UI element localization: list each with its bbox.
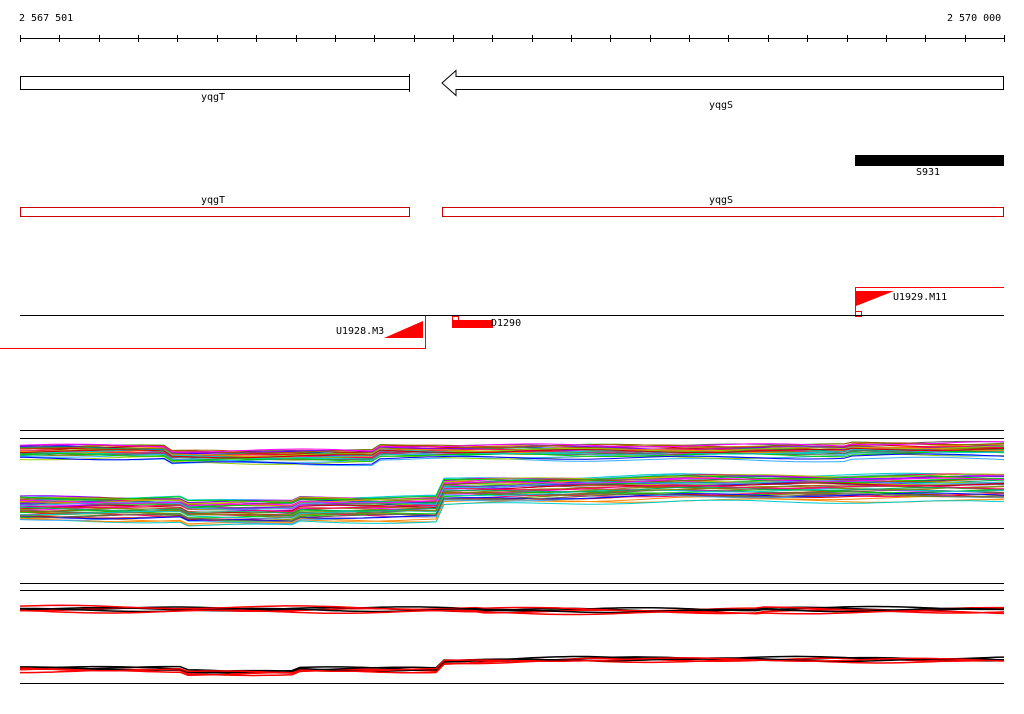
feature-label-u1928-m3: U1928.M3 [336,326,385,337]
expression-panel-lower [19,583,1005,684]
position-ruler [20,35,1005,42]
gene-label-yqgT: yqgT [200,92,226,103]
gene-label-yqgS: yqgS [708,100,734,111]
genome-browser-canvas [0,35,1005,684]
expression-panel-upper [19,430,1005,529]
gene-yqgT-box[interactable] [20,76,410,90]
feature-label-d1290: D1290 [491,318,522,329]
cds-yqgS-box[interactable] [442,207,1004,217]
gene-yqgS-arrow[interactable] [441,69,1004,97]
cds-label-yqgS: yqgS [708,195,734,206]
feature-u1929-m11-flag[interactable] [856,291,894,306]
segment-label-s931: S931 [915,167,941,178]
expression-trace [19,657,1005,674]
feature-d1290-block[interactable] [453,320,493,328]
feature-u1928-m3-flag[interactable] [384,321,423,338]
feature-label-u1929-m11: U1929.M11 [893,292,948,303]
segment-s931-bar[interactable] [855,155,1004,166]
cds-label-yqgT: yqgT [200,195,226,206]
cds-yqgT-box[interactable] [20,207,410,217]
